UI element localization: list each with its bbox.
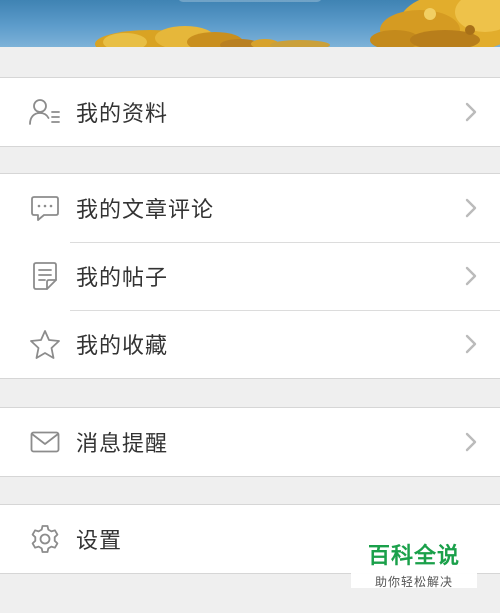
menu-item-profile[interactable]: 我的资料 — [0, 78, 500, 146]
menu-item-notifications[interactable]: 消息提醒 — [0, 408, 500, 476]
chevron-right-icon — [464, 431, 478, 453]
chevron-right-icon — [464, 101, 478, 123]
chevron-right-icon — [464, 197, 478, 219]
edit-document-icon — [29, 260, 61, 292]
menu-item-label: 我的收藏 — [76, 334, 169, 359]
chevron-right-icon — [464, 333, 478, 355]
menu-item-posts[interactable]: 我的帖子 — [0, 242, 500, 310]
watermark-subtitle: 助你轻松解决 — [374, 575, 453, 589]
menu-group-content: 我的文章评论 我的帖子 我的收藏 — [0, 173, 500, 379]
watermark-logo: 百科全说 助你轻松解决 — [351, 532, 477, 589]
chevron-right-icon — [464, 265, 478, 287]
menu-item-label: 我的帖子 — [76, 266, 169, 291]
menu-item-label: 我的文章评论 — [76, 198, 215, 223]
star-icon — [29, 328, 61, 360]
menu-item-label: 我的资料 — [76, 102, 169, 127]
menu-item-label: 消息提醒 — [76, 432, 169, 457]
menu-item-label: 设置 — [76, 529, 123, 554]
header-pill — [178, 0, 322, 2]
profile-header-image — [0, 0, 500, 47]
menu-group-messages: 消息提醒 — [0, 407, 500, 477]
menu-group-profile: 我的资料 — [0, 77, 500, 147]
gear-icon — [29, 523, 61, 555]
user-list-icon — [29, 96, 61, 128]
menu-item-favorites[interactable]: 我的收藏 — [0, 310, 500, 378]
menu-item-comments[interactable]: 我的文章评论 — [0, 174, 500, 242]
envelope-icon — [29, 426, 61, 458]
watermark-title: 百科全说 — [367, 544, 460, 569]
autumn-trees-illustration — [95, 0, 500, 47]
chat-bubble-icon — [29, 192, 61, 224]
